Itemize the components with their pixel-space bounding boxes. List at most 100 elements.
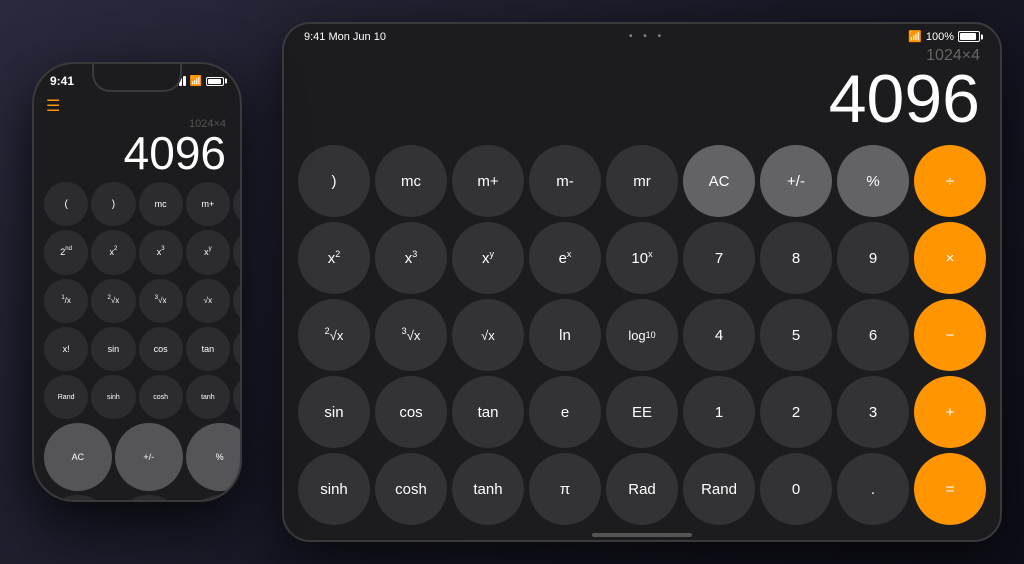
iphone-btn-8[interactable]: 8 bbox=[115, 495, 183, 502]
btn-x3[interactable]: x3 bbox=[375, 222, 447, 294]
btn-ee[interactable]: EE bbox=[606, 376, 678, 448]
btn-4[interactable]: 4 bbox=[683, 299, 755, 371]
iphone-row-2: 2nd x2 x3 xy ex 10x bbox=[44, 230, 242, 274]
btn-add[interactable]: + bbox=[914, 376, 986, 448]
btn-decimal[interactable]: . bbox=[837, 453, 909, 525]
iphone-btn-sin[interactable]: sin bbox=[91, 327, 135, 371]
btn-cos[interactable]: cos bbox=[375, 376, 447, 448]
iphone-btn-open-paren[interactable]: ( bbox=[44, 182, 88, 226]
ipad-wifi-icon: 📶 bbox=[908, 30, 922, 43]
btn-2[interactable]: 2 bbox=[760, 376, 832, 448]
btn-ln[interactable]: ln bbox=[529, 299, 601, 371]
iphone-btn-m-minus[interactable]: m- bbox=[233, 182, 242, 226]
iphone-btn-percent[interactable]: % bbox=[186, 423, 242, 491]
btn-cosh[interactable]: cosh bbox=[375, 453, 447, 525]
iphone-wifi-icon: 📶 bbox=[190, 76, 202, 87]
btn-tan[interactable]: tan bbox=[452, 376, 524, 448]
iphone-btn-7[interactable]: 7 bbox=[44, 495, 112, 502]
btn-2rootx[interactable]: 2√x bbox=[298, 299, 370, 371]
iphone-btn-sinh[interactable]: sinh bbox=[91, 375, 135, 419]
btn-9[interactable]: 9 bbox=[837, 222, 909, 294]
iphone-btn-ac[interactable]: AC bbox=[44, 423, 112, 491]
btn-plus-minus[interactable]: +/- bbox=[760, 145, 832, 217]
btn-ac[interactable]: AC bbox=[683, 145, 755, 217]
btn-subtract[interactable]: − bbox=[914, 299, 986, 371]
btn-0[interactable]: 0 bbox=[760, 453, 832, 525]
iphone-btn-pi[interactable]: π bbox=[233, 375, 242, 419]
iphone-content: ☰ 1024×4 4096 ( ) mc m+ m- mr 2nd bbox=[34, 92, 240, 502]
iphone-btn-plus-minus[interactable]: +/- bbox=[115, 423, 183, 491]
ipad-home-indicator bbox=[284, 533, 1000, 542]
btn-ex[interactable]: ex bbox=[529, 222, 601, 294]
btn-6[interactable]: 6 bbox=[837, 299, 909, 371]
ipad-display: 1024×4 4096 bbox=[284, 47, 1000, 141]
btn-rootx[interactable]: √x bbox=[452, 299, 524, 371]
ipad-time: 9:41 Mon Jun 10 bbox=[304, 31, 386, 43]
ipad-button-grid: ) mc m+ m- mr AC +/- % ÷ x2 x3 xy ex 10x… bbox=[284, 141, 1000, 533]
btn-log10[interactable]: log10 bbox=[606, 299, 678, 371]
btn-x2[interactable]: x2 bbox=[298, 222, 370, 294]
iphone-btn-cos[interactable]: cos bbox=[139, 327, 183, 371]
iphone-notch bbox=[92, 64, 182, 92]
iphone-btn-x3[interactable]: x3 bbox=[139, 230, 183, 274]
iphone-btn-xfact[interactable]: x! bbox=[44, 327, 88, 371]
iphone-device: 9:41 📶 ☰ 1024×4 4096 bbox=[32, 62, 242, 502]
btn-3rootx[interactable]: 3√x bbox=[375, 299, 447, 371]
iphone-row-1: ( ) mc m+ m- mr bbox=[44, 182, 242, 226]
iphone-row-6: AC +/- % ÷ bbox=[44, 423, 242, 491]
ipad-battery-text: 100% bbox=[926, 31, 954, 43]
btn-m-plus[interactable]: m+ bbox=[452, 145, 524, 217]
iphone-btn-xy[interactable]: xy bbox=[186, 230, 230, 274]
ipad-row-3: 2√x 3√x √x ln log10 4 5 6 − bbox=[298, 299, 986, 371]
iphone-btn-e[interactable]: e bbox=[233, 327, 242, 371]
iphone-btn-m-plus[interactable]: m+ bbox=[186, 182, 230, 226]
btn-mc[interactable]: mc bbox=[375, 145, 447, 217]
btn-rand[interactable]: Rand bbox=[683, 453, 755, 525]
iphone-btn-2rootx[interactable]: 2√x bbox=[91, 279, 135, 323]
iphone-btn-tanh[interactable]: tanh bbox=[186, 375, 230, 419]
iphone-battery-icon bbox=[206, 77, 224, 86]
btn-xy[interactable]: xy bbox=[452, 222, 524, 294]
ipad-row-5: sinh cosh tanh π Rad Rand 0 . = bbox=[298, 453, 986, 525]
iphone-btn-1overx[interactable]: 1/x bbox=[44, 279, 88, 323]
btn-sinh[interactable]: sinh bbox=[298, 453, 370, 525]
iphone-btn-rand[interactable]: Rand bbox=[44, 375, 88, 419]
iphone-btn-rootx[interactable]: √x bbox=[186, 279, 230, 323]
btn-8[interactable]: 8 bbox=[760, 222, 832, 294]
btn-equals[interactable]: = bbox=[914, 453, 986, 525]
btn-pi[interactable]: π bbox=[529, 453, 601, 525]
iphone-display: 1024×4 4096 bbox=[40, 118, 234, 180]
btn-close-paren[interactable]: ) bbox=[298, 145, 370, 217]
iphone-btn-cosh[interactable]: cosh bbox=[139, 375, 183, 419]
iphone-btn-tan[interactable]: tan bbox=[186, 327, 230, 371]
iphone-row-3: 1/x 2√x 3√x √x ln log10 bbox=[44, 279, 242, 323]
btn-m-minus[interactable]: m- bbox=[529, 145, 601, 217]
iphone-topbar: ☰ bbox=[40, 92, 234, 118]
iphone-btn-x2[interactable]: x2 bbox=[91, 230, 135, 274]
ipad-maintext: 4096 bbox=[304, 65, 980, 133]
btn-tanh[interactable]: tanh bbox=[452, 453, 524, 525]
btn-10x[interactable]: 10x bbox=[606, 222, 678, 294]
btn-percent[interactable]: % bbox=[837, 145, 909, 217]
btn-multiply[interactable]: × bbox=[914, 222, 986, 294]
ipad-home-bar bbox=[592, 533, 692, 537]
hamburger-icon[interactable]: ☰ bbox=[46, 96, 60, 116]
iphone-btn-2nd[interactable]: 2nd bbox=[44, 230, 88, 274]
btn-7[interactable]: 7 bbox=[683, 222, 755, 294]
btn-e[interactable]: e bbox=[529, 376, 601, 448]
iphone-btn-mc[interactable]: mc bbox=[139, 182, 183, 226]
iphone-row-5: Rand sinh cosh tanh π Rad bbox=[44, 375, 242, 419]
btn-1[interactable]: 1 bbox=[683, 376, 755, 448]
iphone-btn-9[interactable]: 9 bbox=[186, 495, 242, 502]
iphone-btn-ex[interactable]: ex bbox=[233, 230, 242, 274]
iphone-btn-close-paren[interactable]: ) bbox=[91, 182, 135, 226]
btn-sin[interactable]: sin bbox=[298, 376, 370, 448]
btn-mr[interactable]: mr bbox=[606, 145, 678, 217]
btn-5[interactable]: 5 bbox=[760, 299, 832, 371]
btn-divide[interactable]: ÷ bbox=[914, 145, 986, 217]
iphone-btn-ln[interactable]: ln bbox=[233, 279, 242, 323]
iphone-btn-3rootx[interactable]: 3√x bbox=[139, 279, 183, 323]
btn-rad[interactable]: Rad bbox=[606, 453, 678, 525]
ipad-statusbar: 9:41 Mon Jun 10 • • • 📶 100% bbox=[284, 24, 1000, 47]
btn-3[interactable]: 3 bbox=[837, 376, 909, 448]
